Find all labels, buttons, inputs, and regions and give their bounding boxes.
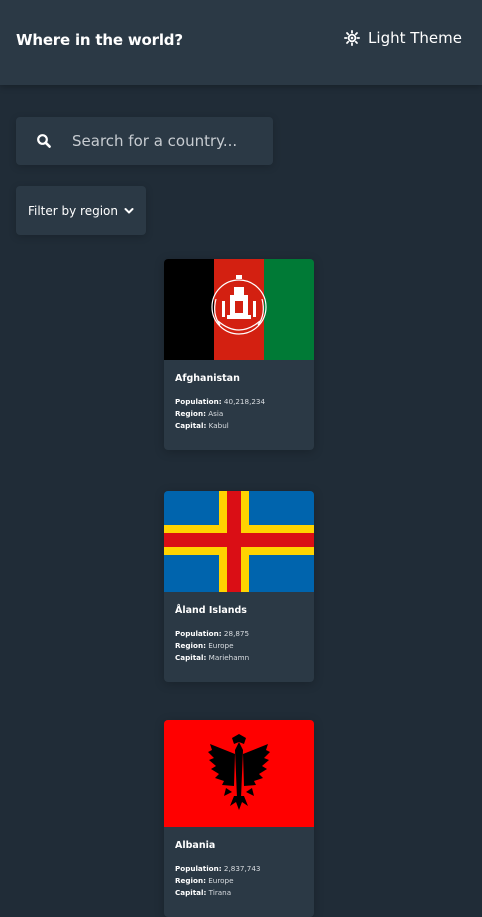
capital-value: Kabul [208, 421, 229, 430]
search-input[interactable] [70, 131, 254, 151]
aland-islands-flag-image [164, 491, 314, 592]
region-row: Region: Europe [175, 875, 303, 887]
region-row: Region: Asia [175, 408, 303, 420]
capital-row: Capital: Mariehamn [175, 652, 303, 664]
capital-value: Mariehamn [208, 653, 250, 662]
population-label: Population: [175, 397, 222, 406]
region-label: Region: [175, 409, 206, 418]
top-bar: Where in the world? Light Theme [0, 0, 482, 85]
theme-toggle-label: Light Theme [368, 29, 462, 47]
population-row: Population: 2,837,743 [175, 863, 303, 875]
population-label: Population: [175, 629, 222, 638]
country-card-body: Albania Population: 2,837,743 Region: Eu… [164, 827, 314, 917]
population-value: 28,875 [223, 629, 250, 638]
country-card-afghanistan[interactable]: Afghanistan Population: 40,218,234 Regio… [164, 259, 314, 450]
theme-toggle-button[interactable]: Light Theme [344, 29, 462, 47]
capital-row: Capital: Kabul [175, 420, 303, 432]
chevron-down-icon [124, 204, 134, 218]
country-card-body: Åland Islands Population: 28,875 Region:… [164, 592, 314, 682]
country-card-albania[interactable]: Albania Population: 2,837,743 Region: Eu… [164, 720, 314, 917]
region-filter-dropdown[interactable]: Filter by region [16, 186, 146, 235]
region-row: Region: Europe [175, 640, 303, 652]
region-label: Region: [175, 876, 206, 885]
country-card-aland-islands[interactable]: Åland Islands Population: 28,875 Region:… [164, 491, 314, 682]
region-value: Europe [208, 876, 234, 885]
country-card-body: Afghanistan Population: 40,218,234 Regio… [164, 360, 314, 450]
app-title: Where in the world? [16, 31, 183, 49]
population-value: 2,837,743 [223, 864, 261, 873]
country-name: Åland Islands [175, 605, 247, 616]
region-filter-label: Filter by region [27, 203, 119, 218]
region-label: Region: [175, 641, 206, 650]
capital-value: Tirana [208, 888, 232, 897]
search-bar [16, 117, 273, 165]
search-icon [36, 133, 52, 149]
region-value: Asia [208, 409, 224, 418]
population-value: 40,218,234 [223, 397, 266, 406]
capital-label: Capital: [175, 888, 207, 897]
region-value: Europe [208, 641, 234, 650]
country-name: Albania [175, 840, 216, 851]
afghanistan-flag-image [164, 259, 314, 360]
population-row: Population: 40,218,234 [175, 396, 303, 408]
sun-icon [344, 30, 361, 46]
capital-row: Capital: Tirana [175, 887, 303, 899]
country-name: Afghanistan [175, 373, 240, 384]
population-label: Population: [175, 864, 222, 873]
population-row: Population: 28,875 [175, 628, 303, 640]
capital-label: Capital: [175, 421, 207, 430]
albania-flag-image [164, 720, 314, 827]
capital-label: Capital: [175, 653, 207, 662]
